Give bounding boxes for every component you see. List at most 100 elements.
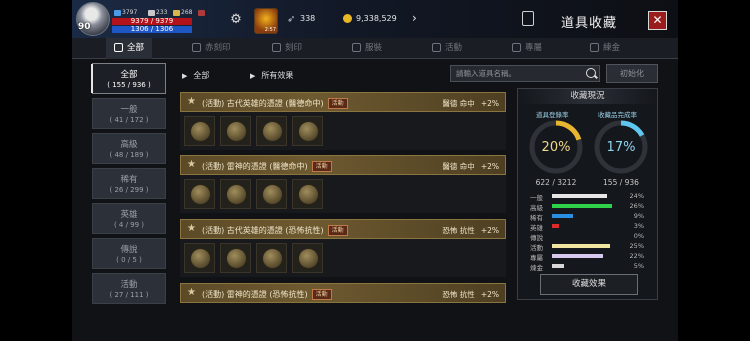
effect-stat: 恐怖 抗性 <box>442 290 475 299</box>
item-slot[interactable] <box>256 243 287 273</box>
collection-name: (活動) 古代英雄的憑證 (恐怖抗性) 活動 <box>202 225 348 236</box>
sidebar-item-advanced[interactable]: 高級 ( 48 / 189 ) <box>92 133 166 164</box>
item-slot[interactable] <box>256 116 287 146</box>
grade-bar <box>552 204 612 208</box>
search-icon[interactable] <box>586 68 596 78</box>
gear-icon[interactable]: ⚙ <box>228 12 244 28</box>
tab-event[interactable]: 活動 <box>432 38 462 59</box>
item-slot[interactable] <box>292 243 323 273</box>
stat-attack: 233 <box>148 9 167 16</box>
star-icon[interactable]: ★ <box>187 287 196 298</box>
item-slot[interactable] <box>292 116 323 146</box>
effect-value: +2% <box>480 162 499 171</box>
collection-card[interactable]: ★ (活動) 雷神的憑證 (恐怖抗性) 活動 恐怖 抗性 +2% <box>180 283 506 303</box>
grade-name: 稀有 <box>530 214 543 222</box>
star-icon[interactable]: ★ <box>187 96 196 107</box>
close-button[interactable]: ✕ <box>648 11 667 30</box>
sidebar-item-legend[interactable]: 傳說 ( 0 / 5 ) <box>92 238 166 269</box>
collection-effect-button[interactable]: 收藏效果 <box>540 274 638 295</box>
star-icon[interactable]: ★ <box>187 159 196 170</box>
collection-list[interactable]: ★ (活動) 古代英雄的憑證 (醫德命中) 活動 醫德 命中 +2% ★ (活動) … <box>180 92 506 341</box>
tab-red-seal[interactable]: 赤刻印 <box>192 38 231 59</box>
sidebar-item-name: 活動 <box>120 280 138 290</box>
collection-card[interactable]: ★ (活動) 古代英雄的憑證 (恐怖抗性) 活動 恐怖 抗性 +2% <box>180 219 506 277</box>
grade-pct: 5% <box>633 262 644 270</box>
collection-header[interactable]: ★ (活動) 雷神的憑證 (醫德命中) 活動 醫德 命中 +2% <box>180 155 506 175</box>
grade-row-alchemy: 煉金 5% <box>530 262 652 272</box>
character-level: 90 <box>78 22 91 32</box>
sidebar-item-name: 一般 <box>120 105 138 115</box>
medal-icon <box>263 185 282 204</box>
tab-alchemy[interactable]: 練金 <box>590 38 620 59</box>
currency-expand-button[interactable]: › <box>412 11 417 25</box>
tab-exclusive[interactable]: 專屬 <box>512 38 542 59</box>
effect-value: +2% <box>480 99 499 108</box>
tab-red-seal-icon <box>192 43 201 52</box>
collection-card[interactable]: ★ (活動) 雷神的憑證 (醫德命中) 活動 醫德 命中 +2% <box>180 155 506 213</box>
collection-slots <box>180 239 506 277</box>
collection-header[interactable]: ★ (活動) 古代英雄的憑證 (恐怖抗性) 活動 恐怖 抗性 +2% <box>180 219 506 239</box>
medal-icon <box>299 122 318 141</box>
tab-event-icon <box>432 43 441 52</box>
search-box <box>450 65 600 82</box>
close-icon: ✕ <box>652 13 663 27</box>
tab-red-seal-label: 赤刻印 <box>205 43 231 53</box>
search-input[interactable] <box>451 66 579 81</box>
page-title: 道具收藏 <box>561 16 618 31</box>
collection-card[interactable]: ★ (活動) 古代英雄的憑證 (醫德命中) 活動 醫德 命中 +2% <box>180 92 506 150</box>
sidebar-item-name: 全部 <box>120 70 138 80</box>
collection-slots <box>180 112 506 150</box>
game-screen: 90 3797 233 268 9379 / 9379 1306 / 1306 … <box>72 0 678 341</box>
item-slot[interactable] <box>184 116 215 146</box>
gem-icon <box>198 9 205 16</box>
item-slot[interactable] <box>220 243 251 273</box>
grade-name: 一般 <box>530 194 543 202</box>
tab-costume[interactable]: 服裝 <box>352 38 382 59</box>
collection-header[interactable]: ★ (活動) 雷神的憑證 (恐怖抗性) 活動 恐怖 抗性 +2% <box>180 283 506 303</box>
grade-name: 英雄 <box>530 224 543 232</box>
item-slot[interactable] <box>220 179 251 209</box>
sidebar-item-hero[interactable]: 英雄 ( 4 / 99 ) <box>92 203 166 234</box>
tab-all-label: 全部 <box>127 43 145 53</box>
reset-button[interactable]: 初始化 <box>606 64 658 83</box>
sidebar-item-normal[interactable]: 一般 ( 41 / 172 ) <box>92 98 166 129</box>
top-status-bar: 90 3797 233 268 9379 / 9379 1306 / 1306 … <box>72 0 678 38</box>
item-slot[interactable] <box>292 179 323 209</box>
collection-header[interactable]: ★ (活動) 古代英雄的憑證 (醫德命中) 活動 醫德 命中 +2% <box>180 92 506 112</box>
category-filter[interactable]: ▶ 全部 <box>182 70 209 81</box>
tab-costume-label: 服裝 <box>365 43 383 53</box>
collection-slots <box>180 175 506 213</box>
tab-all[interactable]: 全部 <box>106 38 153 59</box>
grade-bar <box>552 194 607 198</box>
sidebar-item-name: 稀有 <box>120 175 138 185</box>
sidebar-item-event[interactable]: 活動 ( 27 / 111 ) <box>92 273 166 304</box>
effect-filter-label: 所有效果 <box>261 71 294 80</box>
play-icon: ▶ <box>250 72 256 80</box>
tab-seal[interactable]: 刻印 <box>272 38 302 59</box>
collection-title: (活動) 古代英雄的憑證 (醫德命中) <box>202 99 324 108</box>
sidebar-item-all[interactable]: 全部 ( 155 / 936 ) <box>91 63 166 94</box>
grade-pct: 26% <box>629 202 644 210</box>
grade-pct: 22% <box>629 252 644 260</box>
buff-icon[interactable]: 2:57 <box>254 8 278 34</box>
grade-bar <box>552 214 573 218</box>
collection-title: (活動) 古代英雄的憑證 (恐怖抗性) <box>202 226 324 235</box>
sidebar-item-count: ( 26 / 299 ) <box>109 186 149 194</box>
sidebar-item-count: ( 27 / 111 ) <box>109 291 149 299</box>
item-slot[interactable] <box>184 243 215 273</box>
sidebar-item-rare[interactable]: 稀有 ( 26 / 299 ) <box>92 168 166 199</box>
mp-bar: 1306 / 1306 <box>112 26 192 33</box>
tab-event-label: 活動 <box>445 43 463 53</box>
item-slot[interactable] <box>184 179 215 209</box>
star-icon[interactable]: ★ <box>187 223 196 234</box>
medal-icon <box>299 249 318 268</box>
grade-row-advanced: 高級 26% <box>530 202 652 212</box>
feather-icon: ➶ <box>287 14 296 25</box>
effect-filter[interactable]: ▶ 所有效果 <box>250 70 293 81</box>
medal-icon <box>227 185 246 204</box>
item-slot[interactable] <box>220 116 251 146</box>
effect-stat: 醫德 命中 <box>442 99 475 108</box>
sidebar-item-name: 高級 <box>120 140 138 150</box>
grade-pct: 25% <box>629 242 644 250</box>
item-slot[interactable] <box>256 179 287 209</box>
